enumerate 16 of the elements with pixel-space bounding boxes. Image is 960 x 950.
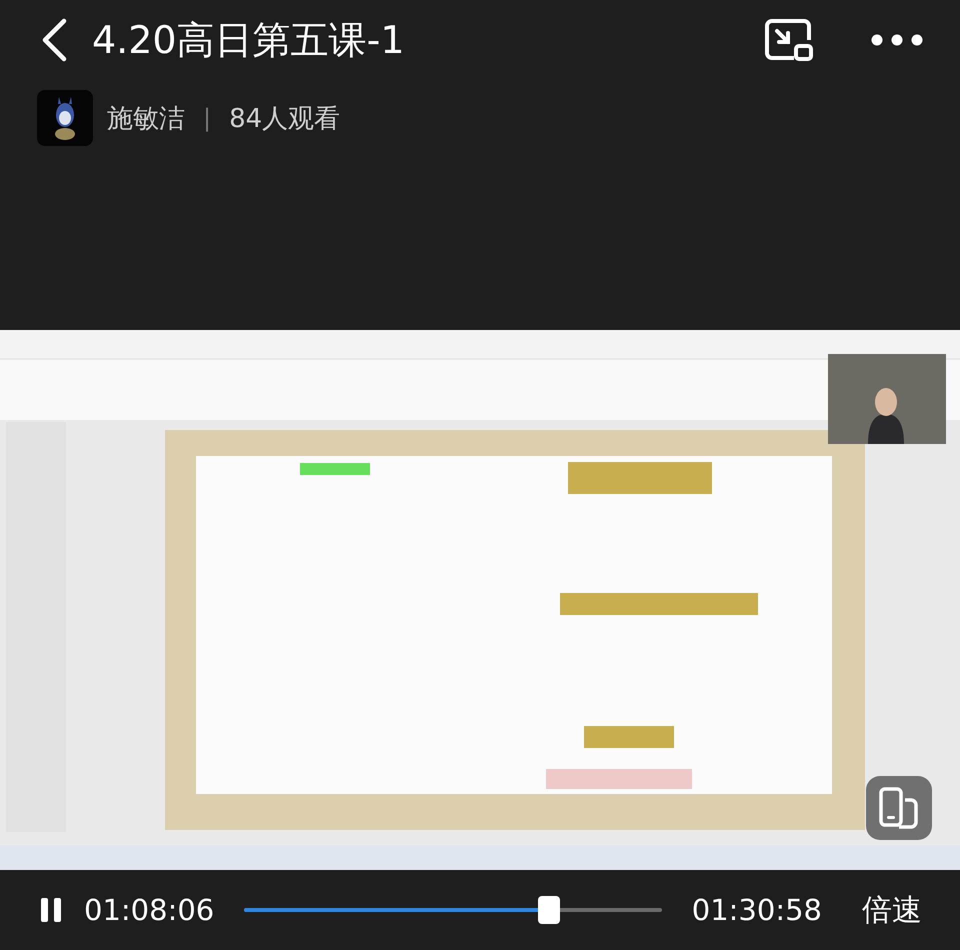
- host-name: 施敏洁: [107, 102, 185, 136]
- separator: |: [203, 104, 212, 132]
- total-duration: 01:30:58: [692, 893, 822, 927]
- elapsed-time: 01:08:06: [84, 893, 214, 927]
- progress-thumb[interactable]: [538, 896, 560, 924]
- host-avatar[interactable]: [37, 90, 93, 146]
- speed-button[interactable]: 倍速: [862, 890, 922, 930]
- pause-button[interactable]: [40, 897, 62, 923]
- rotate-screen-icon: [877, 786, 921, 830]
- picture-in-picture-button[interactable]: [764, 18, 814, 62]
- video-title: 4.20高日第五课-1: [92, 16, 404, 64]
- rotate-screen-button[interactable]: [866, 776, 932, 840]
- back-button[interactable]: [40, 18, 68, 62]
- viewer-count: 84人观看: [229, 102, 340, 136]
- more-button[interactable]: [870, 33, 924, 47]
- progress-track[interactable]: [244, 908, 662, 912]
